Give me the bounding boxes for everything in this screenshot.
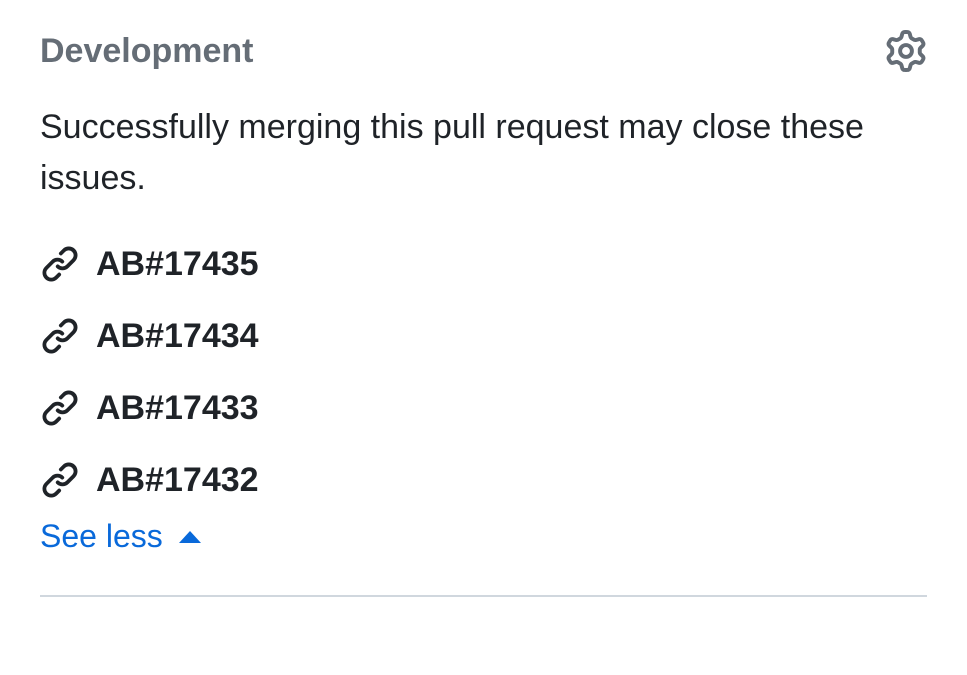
development-header: Development bbox=[40, 30, 927, 72]
gear-icon[interactable] bbox=[885, 30, 927, 72]
issue-label: AB#17435 bbox=[96, 245, 259, 284]
linked-issue-item[interactable]: AB#17432 bbox=[40, 460, 927, 500]
section-divider bbox=[40, 595, 927, 597]
linked-issue-item[interactable]: AB#17434 bbox=[40, 316, 927, 356]
see-less-toggle[interactable]: See less bbox=[40, 518, 203, 555]
link-icon bbox=[40, 316, 80, 356]
section-title: Development bbox=[40, 32, 254, 71]
linked-issues-list: AB#17435 AB#17434 AB#17433 AB#17432 bbox=[40, 244, 927, 500]
caret-up-icon bbox=[177, 529, 203, 545]
link-icon bbox=[40, 244, 80, 284]
issue-label: AB#17432 bbox=[96, 461, 259, 500]
link-icon bbox=[40, 388, 80, 428]
linked-issue-item[interactable]: AB#17435 bbox=[40, 244, 927, 284]
issue-label: AB#17433 bbox=[96, 389, 259, 428]
linked-issue-item[interactable]: AB#17433 bbox=[40, 388, 927, 428]
section-description: Successfully merging this pull request m… bbox=[40, 102, 927, 204]
toggle-label: See less bbox=[40, 518, 163, 555]
link-icon bbox=[40, 460, 80, 500]
issue-label: AB#17434 bbox=[96, 317, 259, 356]
